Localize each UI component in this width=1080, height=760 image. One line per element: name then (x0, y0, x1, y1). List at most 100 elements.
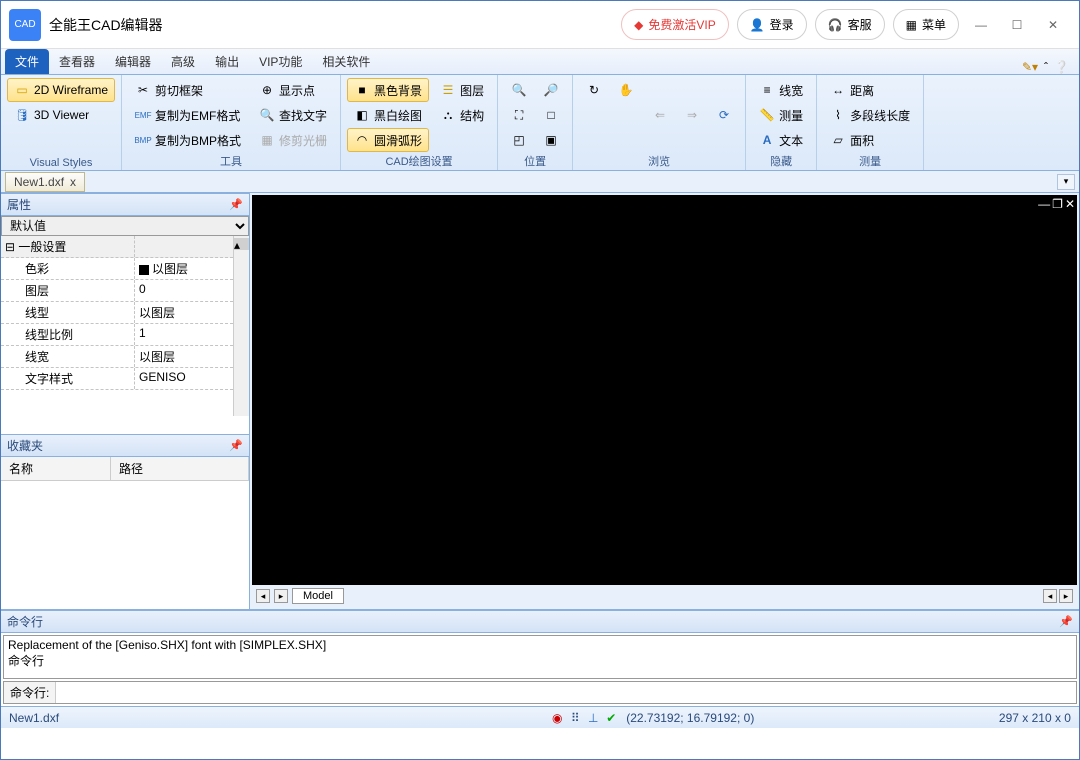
prop-linetype-value[interactable]: 以图层 (135, 302, 233, 323)
prop-ltscale-value[interactable]: 1 (135, 324, 233, 345)
main-tabs: 文件 查看器 编辑器 高级 输出 VIP功能 相关软件 ✎▾ ˆ ❔ (1, 49, 1079, 75)
doc-tabs-dropdown[interactable]: ▾ (1057, 174, 1075, 190)
pin-icon[interactable]: 📌 (229, 198, 243, 211)
wireframe-icon: ▭ (14, 82, 30, 98)
status-globe-icon[interactable]: ◉ (549, 710, 565, 726)
pin-icon[interactable]: 📌 (1059, 615, 1073, 628)
canvas-max-icon[interactable]: ❐ (1052, 197, 1063, 211)
group-visual-styles: Visual Styles (7, 156, 115, 169)
pan-button[interactable]: ✋ (611, 78, 641, 102)
status-grid-icon[interactable]: ⠿ (567, 710, 583, 726)
doc-tab[interactable]: New1.dxfx (5, 172, 85, 192)
tab-advanced[interactable]: 高级 (161, 49, 205, 74)
polyline-len-button[interactable]: ⌇多段线长度 (823, 103, 917, 127)
tab-scroll-right[interactable]: ▸ (274, 589, 288, 603)
status-dims: 297 x 210 x 0 (999, 711, 1071, 725)
hand-icon: ✋ (618, 82, 634, 98)
tab-output[interactable]: 输出 (205, 49, 249, 74)
group-hide: 隐藏 (752, 152, 810, 169)
tab-scroll-left[interactable]: ◂ (256, 589, 270, 603)
favorites-list[interactable] (1, 481, 249, 609)
status-snap-icon[interactable]: ✔ (603, 710, 619, 726)
tab-viewer[interactable]: 查看器 (49, 49, 105, 74)
trim-raster-button[interactable]: ▦修剪光栅 (252, 128, 334, 152)
fit-button[interactable]: ⛶ (504, 103, 534, 127)
maximize-button[interactable]: ☐ (999, 11, 1035, 39)
structure-button[interactable]: ⛬结构 (433, 103, 491, 127)
lineweight-button[interactable]: ≡线宽 (752, 78, 810, 102)
hscroll-left[interactable]: ◂ (1043, 589, 1057, 603)
collapse-icon[interactable]: ˆ (1044, 60, 1048, 74)
nav-back-button[interactable]: ⇐ (645, 103, 675, 127)
statusbar: New1.dxf ◉ ⠿ ⊥ ✔ (22.73192; 16.79192; 0)… (1, 706, 1079, 728)
zoom-out-button[interactable]: 🔎 (536, 78, 566, 102)
menu-button[interactable]: ▦菜单 (893, 9, 959, 40)
drawing-canvas[interactable]: —❐✕ (252, 195, 1077, 585)
login-button[interactable]: 👤登录 (737, 9, 807, 40)
zoom-all-button[interactable]: ▣ (536, 128, 566, 152)
support-button[interactable]: 🎧客服 (815, 9, 885, 40)
find-text-button[interactable]: 🔍查找文字 (252, 103, 334, 127)
pin-icon[interactable]: 📌 (229, 439, 243, 452)
props-filter-select[interactable]: 默认值 (1, 216, 249, 236)
help-icon[interactable]: ❔ (1054, 60, 1069, 74)
rotate-icon: ↻ (586, 82, 602, 98)
prop-lineweight-value[interactable]: 以图层 (135, 346, 233, 367)
rotate-button[interactable]: ↻ (579, 78, 609, 102)
distance-button[interactable]: ↔距离 (823, 78, 917, 102)
prop-color-value[interactable]: 以图层 (135, 258, 233, 279)
command-input[interactable] (56, 684, 1076, 702)
edit-dropdown-icon[interactable]: ✎▾ (1022, 60, 1038, 74)
area-button[interactable]: ▱面积 (823, 128, 917, 152)
show-points-button[interactable]: ⊕显示点 (252, 78, 334, 102)
props-scrollbar[interactable]: ▴ (233, 236, 249, 416)
lineweight-icon: ≡ (759, 82, 775, 98)
extents-icon: □ (543, 107, 559, 123)
close-tab-icon[interactable]: x (70, 175, 76, 189)
close-button[interactable]: ✕ (1035, 11, 1071, 39)
measure-button[interactable]: 📏测量 (752, 103, 810, 127)
status-coords: (22.73192; 16.79192; 0) (626, 711, 754, 725)
canvas-close-icon[interactable]: ✕ (1065, 197, 1075, 211)
vip-button[interactable]: ◆免费激活VIP (621, 9, 729, 40)
canvas-min-icon[interactable]: — (1038, 197, 1050, 211)
smooth-arc-button[interactable]: ◠圆滑弧形 (347, 128, 429, 152)
tab-related[interactable]: 相关软件 (312, 49, 380, 74)
zoom-all-icon: ▣ (543, 132, 559, 148)
status-ortho-icon[interactable]: ⊥ (585, 710, 601, 726)
zoom-out-icon: 🔎 (543, 82, 559, 98)
black-bg-button[interactable]: ■黑色背景 (347, 78, 429, 102)
clip-frame-button[interactable]: ✂剪切框架 (128, 78, 248, 102)
nav-fwd-button[interactable]: ⇒ (677, 103, 707, 127)
headset-icon: 🎧 (828, 18, 843, 32)
minimize-button[interactable]: — (963, 11, 999, 39)
workarea: 属性📌 默认值 ⊟ 一般设置 色彩以图层 图层0 线型以图层 线型比例1 线宽以… (1, 193, 1079, 609)
prop-layer-value[interactable]: 0 (135, 280, 233, 301)
tab-file[interactable]: 文件 (5, 49, 49, 74)
3dviewer-button[interactable]: 🛢3D Viewer (7, 103, 115, 127)
copy-bmp-button[interactable]: BMP复制为BMP格式 (128, 128, 248, 152)
bw-draw-button[interactable]: ◧黑白绘图 (347, 103, 429, 127)
properties-table: ⊟ 一般设置 色彩以图层 图层0 线型以图层 线型比例1 线宽以图层 文字样式G… (1, 236, 233, 416)
zoom-in-button[interactable]: 🔍 (504, 78, 534, 102)
prop-group-toggle[interactable]: ⊟ 一般设置 (1, 236, 135, 257)
nav-home-button[interactable]: ⟳ (709, 103, 739, 127)
hscroll-right[interactable]: ▸ (1059, 589, 1073, 603)
copy-emf-button[interactable]: EMF复制为EMF格式 (128, 103, 248, 127)
user-icon: 👤 (750, 18, 765, 32)
tab-editor[interactable]: 编辑器 (105, 49, 161, 74)
text-button[interactable]: A文本 (752, 128, 810, 152)
text-icon: A (759, 132, 775, 148)
emf-icon: EMF (135, 107, 151, 123)
document-tabs: New1.dxfx ▾ (1, 171, 1079, 193)
tab-vip[interactable]: VIP功能 (249, 49, 312, 74)
layers-button[interactable]: ☰图层 (433, 78, 491, 102)
app-title: 全能王CAD编辑器 (49, 15, 617, 35)
prop-textstyle-value[interactable]: GENISO (135, 368, 233, 389)
model-tab[interactable]: Model (292, 588, 344, 604)
ribbon: ▭2D Wireframe 🛢3D Viewer Visual Styles ✂… (1, 75, 1079, 171)
group-browse: 浏览 (579, 152, 739, 169)
zoom-prev-button[interactable]: ◰ (504, 128, 534, 152)
wireframe-button[interactable]: ▭2D Wireframe (7, 78, 115, 102)
extents-button[interactable]: □ (536, 103, 566, 127)
